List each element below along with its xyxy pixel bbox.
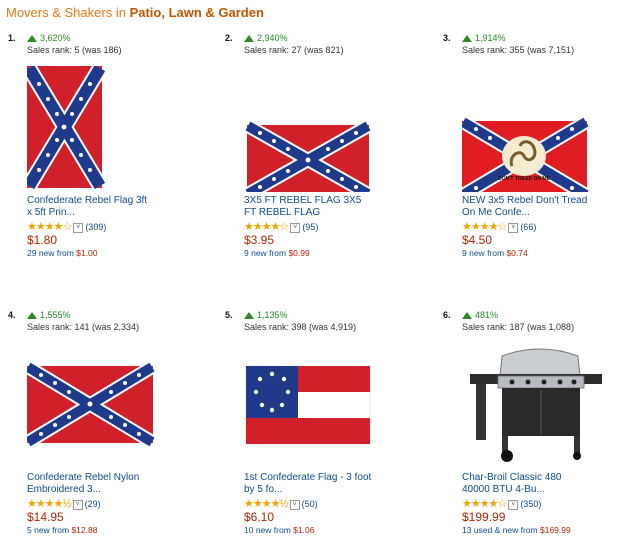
product-card: 3. 1,914% Sales rank: 355 (was 7,151) DO… xyxy=(443,33,640,283)
up-arrow-icon xyxy=(462,35,472,42)
offers-link[interactable]: 29 new from $1.00 xyxy=(27,248,97,258)
sales-rank: Sales rank: 5 (was 186) xyxy=(27,45,122,55)
product-image-grill[interactable] xyxy=(462,344,622,470)
review-count-link[interactable]: (309) xyxy=(85,222,106,232)
product-title-link[interactable]: NEW 3x5 Rebel Don't Tread On Me Confe... xyxy=(462,195,602,219)
offers-link[interactable]: 10 new from $1.06 xyxy=(244,525,314,535)
chevron-down-icon[interactable]: ˅ xyxy=(290,223,301,233)
review-count-link[interactable]: (350) xyxy=(520,499,541,509)
star-rating-icon[interactable]: ★★★★☆ xyxy=(462,221,507,233)
price: $199.99 xyxy=(462,510,506,524)
rating-row: ★★★★½ ˅ (50) xyxy=(244,497,318,510)
rank-number: 4. xyxy=(8,310,16,320)
product-image-flag[interactable] xyxy=(244,66,404,192)
up-arrow-icon xyxy=(462,312,472,319)
percent-change: 1,914% xyxy=(462,33,506,43)
up-arrow-icon xyxy=(27,35,37,42)
product-image-flag[interactable] xyxy=(27,66,187,192)
review-count-link[interactable]: (66) xyxy=(520,222,536,232)
product-title-link[interactable]: Confederate Rebel Nylon Embroidered 3... xyxy=(27,472,167,496)
rating-row: ★★★★☆ ˅ (95) xyxy=(244,220,318,233)
rating-row: ★★★★☆ ˅ (66) xyxy=(462,220,536,233)
product-title-link[interactable]: Char-Broil Classic 480 40000 BTU 4-Bu... xyxy=(462,472,602,496)
offers-link[interactable]: 13 used & new from $169.99 xyxy=(462,525,571,535)
rating-row: ★★★★☆ ˅ (350) xyxy=(462,497,541,510)
sales-rank: Sales rank: 187 (was 1,088) xyxy=(462,322,575,332)
percent-change: 481% xyxy=(462,310,498,320)
price: $4.50 xyxy=(462,233,493,247)
review-count-link[interactable]: (29) xyxy=(85,499,101,509)
product-image-flag[interactable] xyxy=(244,344,404,470)
movers-grid: 1. 3,620% Sales rank: 5 (was 186) Confed… xyxy=(0,0,640,545)
offers-link[interactable]: 5 new from $12.88 xyxy=(27,525,97,535)
product-card: 4. 1,555% Sales rank: 141 (was 2,334) Co… xyxy=(8,310,218,560)
chevron-down-icon[interactable]: ˅ xyxy=(72,500,83,510)
review-count-link[interactable]: (50) xyxy=(302,499,318,509)
percent-change: 1,555% xyxy=(27,310,71,320)
percent-change: 1,135% xyxy=(244,310,288,320)
product-title-link[interactable]: 3X5 FT REBEL FLAG 3X5 FT REBEL FLAG xyxy=(244,195,384,219)
flag-motto: DON'T TREAD ON ME xyxy=(498,176,550,182)
offers-link[interactable]: 9 new from $0.99 xyxy=(244,248,310,258)
percent-change: 3,620% xyxy=(27,33,71,43)
product-image-flag[interactable]: DON'T TREAD ON ME xyxy=(462,66,622,192)
rank-number: 5. xyxy=(225,310,233,320)
percent-change: 2,940% xyxy=(244,33,288,43)
price: $6.10 xyxy=(244,510,275,524)
offers-link[interactable]: 9 new from $0.74 xyxy=(462,248,528,258)
rating-row: ★★★★☆ ˅ (309) xyxy=(27,220,106,233)
sales-rank: Sales rank: 27 (was 821) xyxy=(244,45,344,55)
product-title-link[interactable]: Confederate Rebel Flag 3ft x 5ft Prin... xyxy=(27,195,167,219)
review-count-link[interactable]: (95) xyxy=(302,222,318,232)
rank-number: 6. xyxy=(443,310,451,320)
rank-number: 1. xyxy=(8,33,16,43)
price: $1.80 xyxy=(27,233,58,247)
sales-rank: Sales rank: 398 (was 4,919) xyxy=(244,322,357,332)
sales-rank: Sales rank: 141 (was 2,334) xyxy=(27,322,140,332)
up-arrow-icon xyxy=(27,312,37,319)
star-rating-icon[interactable]: ★★★★½ xyxy=(244,498,289,510)
chevron-down-icon[interactable]: ˅ xyxy=(508,223,519,233)
star-rating-icon[interactable]: ★★★★☆ xyxy=(27,221,72,233)
star-rating-icon[interactable]: ★★★★½ xyxy=(27,498,72,510)
product-card: 6. 481% Sales rank: 187 (was 1,088) Char… xyxy=(443,310,640,560)
product-card: 5. 1,135% Sales rank: 398 (was 4,919) 1s… xyxy=(225,310,435,560)
product-card: 2. 2,940% Sales rank: 27 (was 821) 3X5 F… xyxy=(225,33,435,283)
up-arrow-icon xyxy=(244,35,254,42)
price: $3.95 xyxy=(244,233,275,247)
product-card: 1. 3,620% Sales rank: 5 (was 186) Confed… xyxy=(8,33,218,283)
chevron-down-icon[interactable]: ˅ xyxy=(73,223,84,233)
up-arrow-icon xyxy=(244,312,254,319)
price: $14.95 xyxy=(27,510,64,524)
rank-number: 3. xyxy=(443,33,451,43)
star-rating-icon[interactable]: ★★★★☆ xyxy=(462,498,507,510)
product-title-link[interactable]: 1st Confederate Flag - 3 foot by 5 fo... xyxy=(244,472,384,496)
rating-row: ★★★★½ ˅ (29) xyxy=(27,497,101,510)
chevron-down-icon[interactable]: ˅ xyxy=(508,500,519,510)
star-rating-icon[interactable]: ★★★★☆ xyxy=(244,221,289,233)
sales-rank: Sales rank: 355 (was 7,151) xyxy=(462,45,575,55)
rank-number: 2. xyxy=(225,33,233,43)
chevron-down-icon[interactable]: ˅ xyxy=(289,500,300,510)
product-image-flag[interactable] xyxy=(27,344,187,470)
